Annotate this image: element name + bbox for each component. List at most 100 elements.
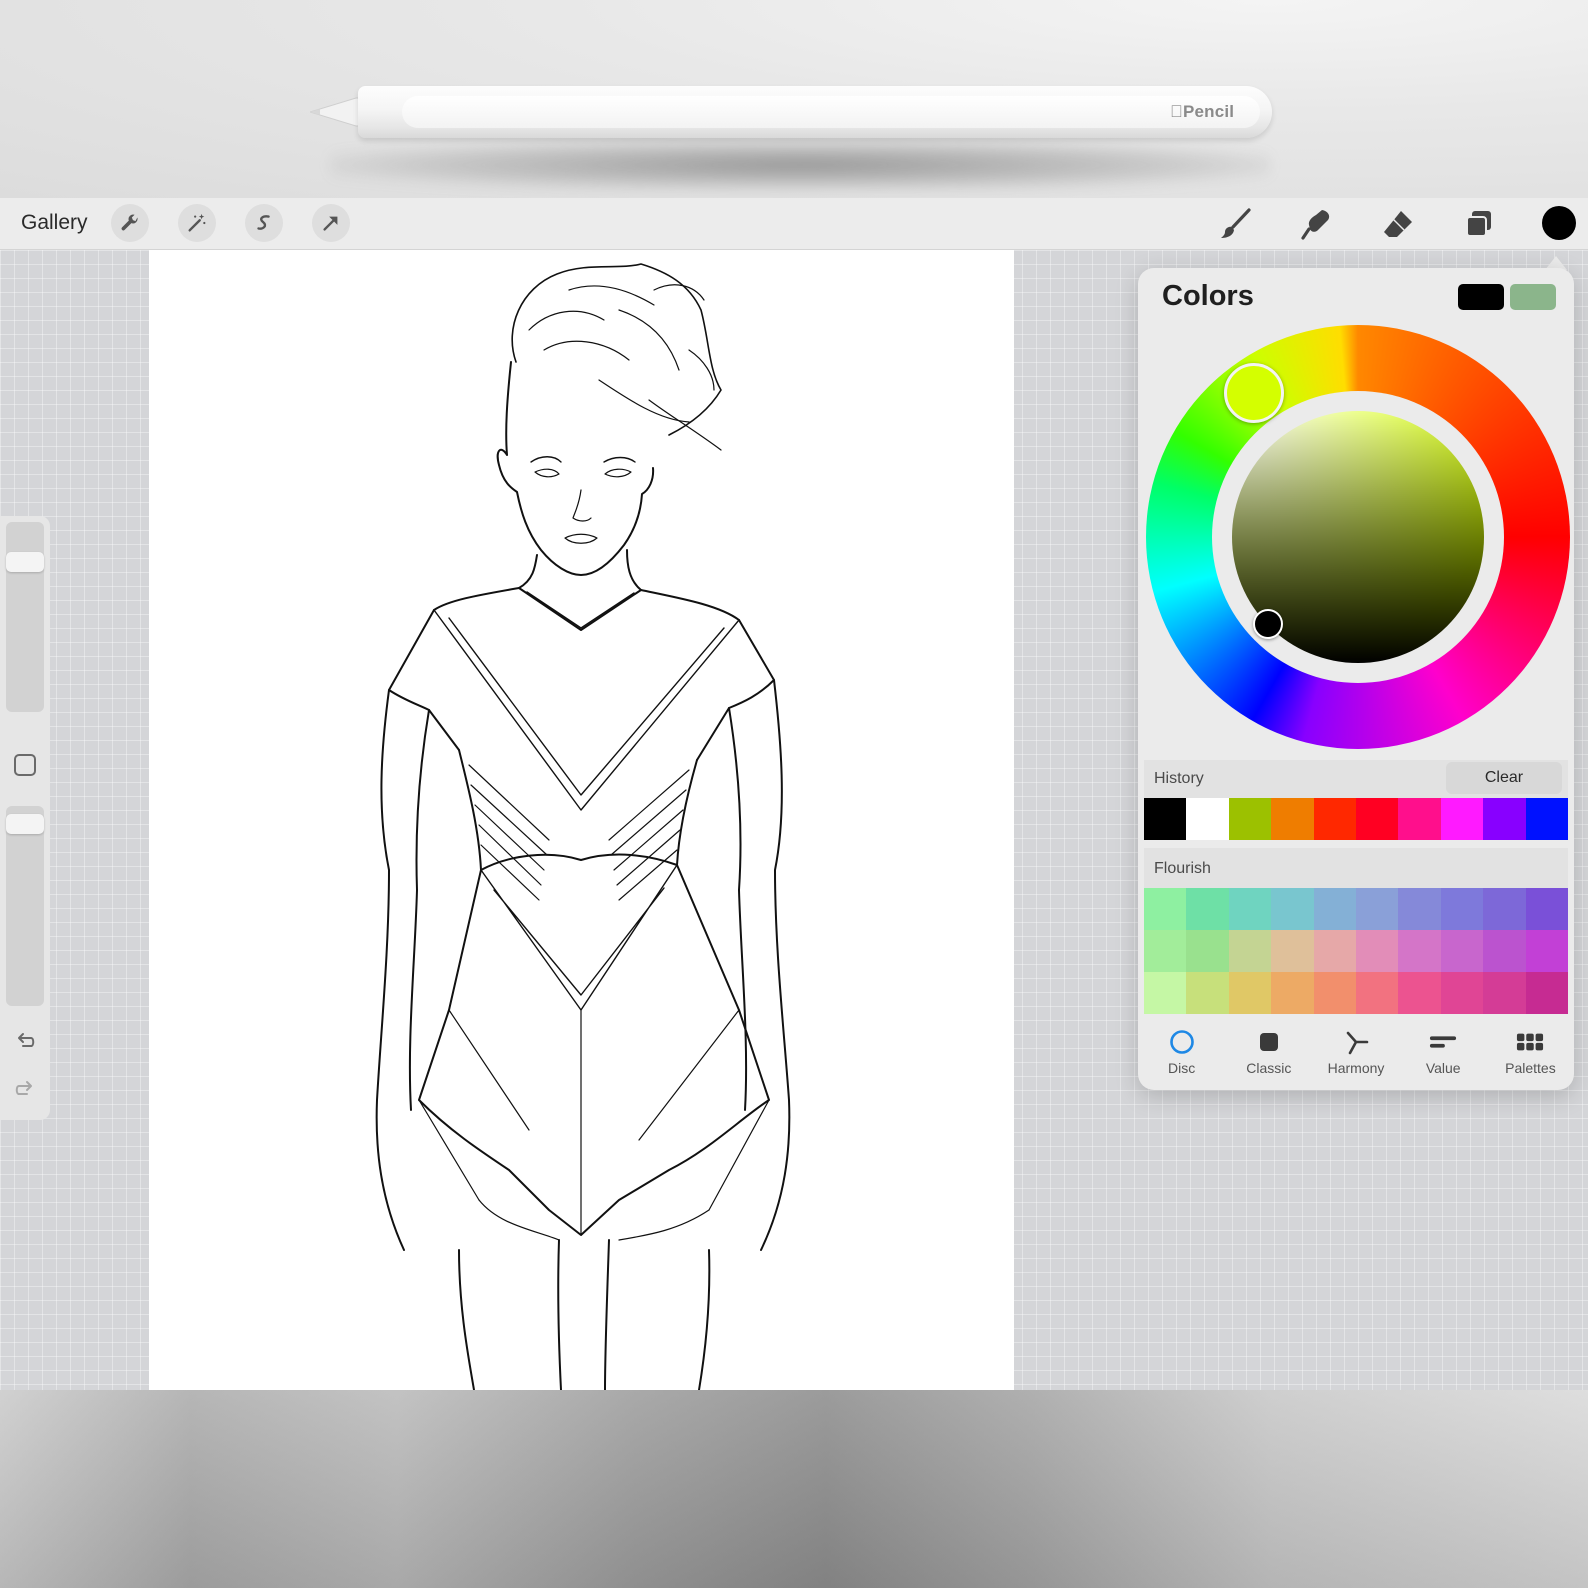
smudge-icon [1301,210,1330,240]
pencil-brand-label: Pencil [1170,102,1234,121]
palette-swatch[interactable] [1144,888,1187,930]
square-icon[interactable] [14,754,36,776]
palette-swatch[interactable] [1313,888,1357,930]
colors-panel: Colors History Clear Flourish Disc Class… [1138,268,1574,1090]
saturation-selector-knob[interactable] [1253,609,1283,639]
apple-logo-icon:  [1170,102,1183,121]
flourish-label: Flourish [1154,860,1211,877]
palette-swatch[interactable] [1440,972,1484,1014]
color-mode-tabbar: Disc Classic Harmony Value Palettes [1138,1020,1574,1086]
palette-swatch[interactable] [1483,972,1526,1014]
pencil-tip [310,97,362,127]
history-swatch[interactable] [1356,798,1399,840]
tab-harmony[interactable]: Harmony [1312,1020,1399,1086]
selection-icon [257,215,270,230]
brush-tool-button[interactable] [1218,206,1254,242]
classic-square-icon [1259,1033,1278,1051]
color-button[interactable] [1542,206,1576,240]
palette-swatch[interactable] [1271,888,1314,930]
palette-swatch[interactable] [1186,888,1229,930]
eraser-tool-button[interactable] [1380,206,1416,242]
palette-swatch[interactable] [1186,930,1229,972]
palette-swatch[interactable] [1228,888,1272,930]
layers-button[interactable] [1461,206,1497,242]
palette-swatch[interactable] [1398,972,1441,1014]
transform-button[interactable] [312,204,350,242]
pencil-flat-side [402,96,1260,128]
tab-label: Classic [1246,1060,1292,1076]
eraser-icon [1384,211,1412,237]
selection-button[interactable] [245,204,283,242]
tab-label: Value [1425,1060,1461,1076]
palette-swatch[interactable] [1525,972,1569,1014]
palette-swatch[interactable] [1483,888,1526,930]
tab-label: Harmony [1327,1060,1385,1076]
redo-icon [15,1081,32,1095]
redo-button[interactable] [12,1076,38,1102]
palette-swatch[interactable] [1356,972,1399,1014]
palette-swatch[interactable] [1228,972,1272,1014]
drawing-canvas[interactable] [149,250,1014,1390]
flourish-row [1144,930,1569,972]
opacity-slider[interactable] [6,806,44,1006]
left-sidebar [0,516,50,1120]
palette-swatch[interactable] [1228,930,1272,972]
history-swatch[interactable] [1525,798,1569,840]
secondary-color-swatch[interactable] [1510,284,1556,310]
history-swatch[interactable] [1271,798,1314,840]
palette-swatch[interactable] [1525,888,1569,930]
brush-size-thumb[interactable] [6,552,44,572]
palette-swatch[interactable] [1144,972,1187,1014]
tab-label: Disc [1167,1060,1196,1076]
pencil-shadow [330,140,1270,190]
flourish-row [1144,888,1569,930]
history-swatch[interactable] [1440,798,1484,840]
palette-swatch[interactable] [1440,930,1484,972]
history-label: History [1154,770,1204,787]
palette-swatch[interactable] [1440,888,1484,930]
harmony-icon [1346,1031,1369,1055]
palette-swatch[interactable] [1271,930,1314,972]
history-swatch[interactable] [1186,798,1229,840]
undo-icon [18,1033,35,1047]
wrench-icon [121,214,138,231]
transform-arrow-icon [323,216,338,231]
palette-swatch[interactable] [1356,888,1399,930]
palette-swatch[interactable] [1313,930,1357,972]
palette-swatch[interactable] [1186,972,1229,1014]
palette-swatch[interactable] [1398,930,1441,972]
smudge-tool-button[interactable] [1299,206,1335,242]
brush-icon [1221,208,1251,238]
layers-icon [1466,211,1491,237]
photo-background-bottom [0,1390,1588,1588]
palette-swatch[interactable] [1356,930,1399,972]
palette-swatch[interactable] [1525,930,1569,972]
history-swatch[interactable] [1398,798,1441,840]
actions-button[interactable] [111,204,149,242]
tab-palettes[interactable]: Palettes [1487,1020,1574,1086]
hue-selector-knob[interactable] [1224,363,1284,423]
opacity-thumb[interactable] [6,814,44,834]
history-swatch[interactable] [1483,798,1526,840]
history-swatch[interactable] [1313,798,1357,840]
tab-value[interactable]: Value [1400,1020,1487,1086]
brush-size-slider[interactable] [6,522,44,712]
magic-wand-icon [188,213,206,232]
tab-label: Palettes [1505,1060,1556,1076]
palette-swatch[interactable] [1398,888,1441,930]
value-bars-icon [1430,1036,1457,1048]
adjustments-button[interactable] [178,204,216,242]
palette-swatch[interactable] [1313,972,1357,1014]
tab-classic[interactable]: Classic [1225,1020,1312,1086]
clear-history-button[interactable]: Clear [1446,762,1562,794]
gallery-button[interactable]: Gallery [21,211,88,235]
palette-swatch[interactable] [1271,972,1314,1014]
primary-color-swatch[interactable] [1458,284,1504,310]
history-swatch[interactable] [1228,798,1272,840]
palette-swatch[interactable] [1144,930,1187,972]
tab-disc[interactable]: Disc [1138,1020,1225,1086]
undo-button[interactable] [12,1028,38,1054]
history-swatch[interactable] [1144,798,1187,840]
palette-swatch[interactable] [1483,930,1526,972]
fashion-sketch-illustration [375,263,791,1390]
